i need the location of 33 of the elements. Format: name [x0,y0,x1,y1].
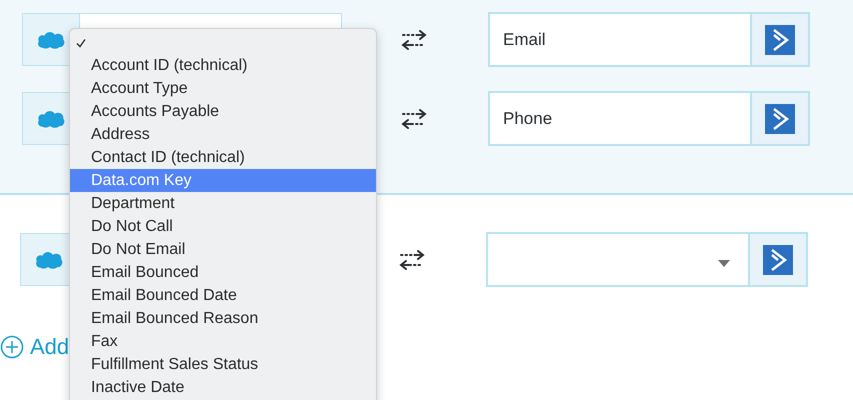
menu-item[interactable]: Contact ID (technical) [70,146,376,169]
chevron-button[interactable] [750,12,810,67]
chevron-button[interactable] [748,232,808,287]
checkmark-icon [76,38,86,48]
swap-arrows-icon [401,28,427,50]
menu-item[interactable]: Address [70,123,376,146]
menu-item[interactable]: Fax [70,330,376,353]
swap-arrows-icon [399,248,425,270]
target-field[interactable]: Email [488,12,750,67]
menu-item[interactable]: Inactive Date [70,376,376,399]
menu-item[interactable]: Account ID (technical) [70,54,376,77]
chevron-button[interactable] [750,91,810,146]
menu-item[interactable]: Accounts Payable [70,100,376,123]
menu-item[interactable]: Fulfillment Sales Status [70,353,376,376]
cloud-icon [34,249,64,270]
chevron-icon [763,244,793,274]
menu-item[interactable]: Email Bounced Reason [70,307,376,330]
menu-item[interactable]: Email Bounced Date [70,284,376,307]
target-select-field[interactable] [486,232,748,287]
plus-circle-icon [0,335,24,359]
chevron-icon [765,24,795,54]
target-field[interactable]: Phone [488,91,750,146]
cloud-icon [36,29,66,50]
menu-item[interactable]: Account Type [70,77,376,100]
menu-item[interactable]: Email Bounced [70,261,376,284]
swap-arrows-icon [401,108,427,130]
menu-item[interactable]: Data.com Key [70,169,376,192]
chevron-icon [765,104,795,134]
menu-item[interactable]: Do Not Call [70,215,376,238]
menu-item[interactable]: Do Not Email [70,238,376,261]
caret-icon [718,260,730,267]
menu-item[interactable]: Department [70,192,376,215]
cloud-icon [36,108,66,129]
